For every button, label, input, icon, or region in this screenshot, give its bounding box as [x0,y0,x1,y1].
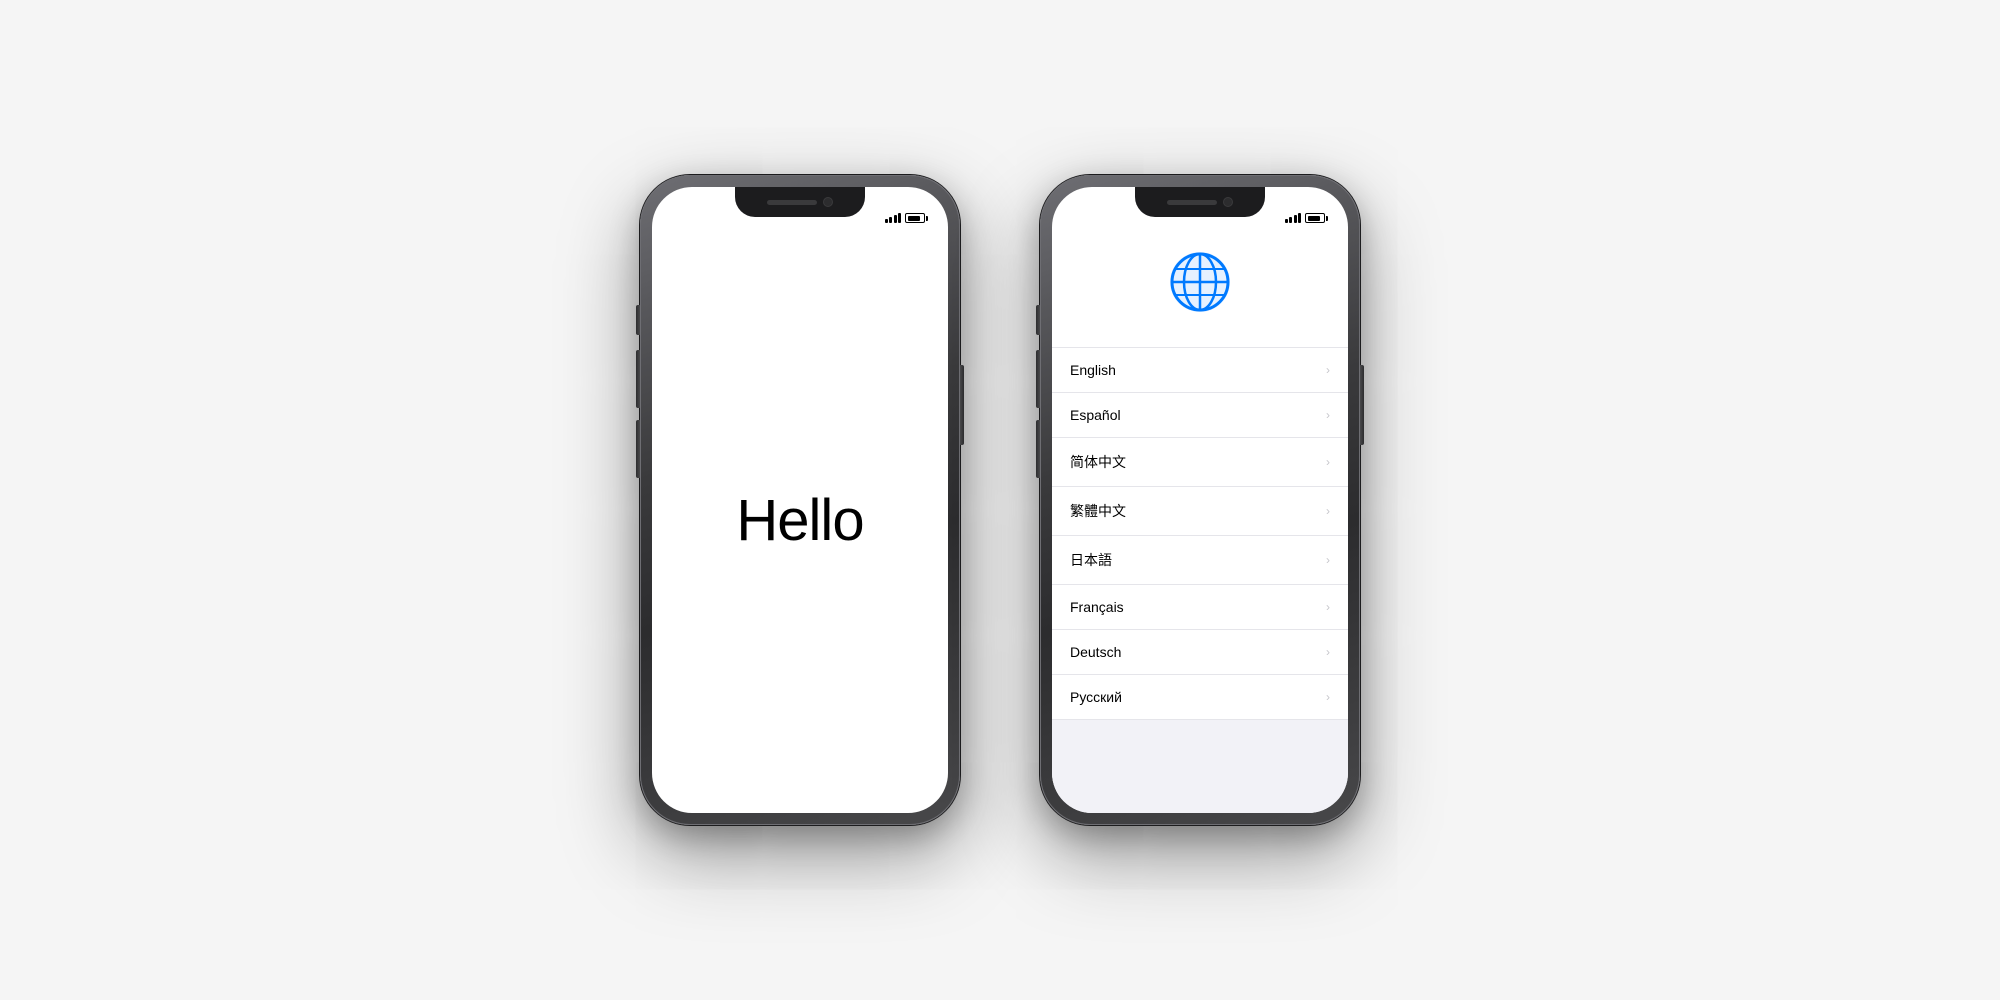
lang-name-japanese: 日本語 [1070,550,1112,570]
lang-item-japanese[interactable]: 日本語 › [1052,536,1348,585]
silent-button [636,305,640,335]
hello-text: Hello [736,487,863,554]
chevron-icon-french: › [1326,600,1330,614]
power-button-lang [1360,365,1364,445]
lang-name-simplified-chinese: 简体中文 [1070,452,1126,472]
camera-lang [1223,197,1233,207]
chevron-icon-russian: › [1326,690,1330,704]
power-button [960,365,964,445]
speaker-hello [767,200,817,205]
chevron-icon-traditional-chinese: › [1326,504,1330,518]
language-content: English › Español › 简体中文 › 繁體中文 › 日本語 [1052,227,1348,813]
lang-item-german[interactable]: Deutsch › [1052,630,1348,675]
status-icons-hello [885,213,929,223]
phone-screen-language: English › Español › 简体中文 › 繁體中文 › 日本語 [1052,187,1348,813]
globe-icon [1165,247,1235,317]
chevron-icon-espanol: › [1326,408,1330,422]
volume-up-button-lang [1036,350,1040,408]
notch-lang [1135,187,1265,217]
phone-screen-hello: Hello [652,187,948,813]
chevron-icon-english: › [1326,363,1330,377]
chevron-icon-japanese: › [1326,553,1330,567]
lang-name-french: Français [1070,599,1124,615]
battery-icon-lang [1305,213,1328,223]
speaker-lang [1167,200,1217,205]
lang-name-traditional-chinese: 繁體中文 [1070,501,1126,521]
volume-down-button [636,420,640,478]
lang-item-espanol[interactable]: Español › [1052,393,1348,438]
lang-name-german: Deutsch [1070,644,1121,660]
lang-item-traditional-chinese[interactable]: 繁體中文 › [1052,487,1348,536]
signal-icon-hello [885,213,902,223]
lang-item-simplified-chinese[interactable]: 简体中文 › [1052,438,1348,487]
chevron-icon-german: › [1326,645,1330,659]
hello-content: Hello [736,227,863,813]
camera-hello [823,197,833,207]
language-list: English › Español › 简体中文 › 繁體中文 › 日本語 [1052,347,1348,813]
lang-item-french[interactable]: Français › [1052,585,1348,630]
volume-up-button [636,350,640,408]
phone-language: English › Español › 简体中文 › 繁體中文 › 日本語 [1040,175,1360,825]
battery-icon-hello [905,213,928,223]
lang-item-english[interactable]: English › [1052,347,1348,393]
signal-icon-lang [1285,213,1302,223]
lang-name-russian: Русский [1070,689,1122,705]
lang-item-russian[interactable]: Русский › [1052,675,1348,720]
chevron-icon-simplified-chinese: › [1326,455,1330,469]
lang-name-espanol: Español [1070,407,1121,423]
volume-down-button-lang [1036,420,1040,478]
lang-name-english: English [1070,362,1116,378]
silent-button-lang [1036,305,1040,335]
status-icons-lang [1285,213,1329,223]
notch-hello [735,187,865,217]
phone-hello: Hello [640,175,960,825]
